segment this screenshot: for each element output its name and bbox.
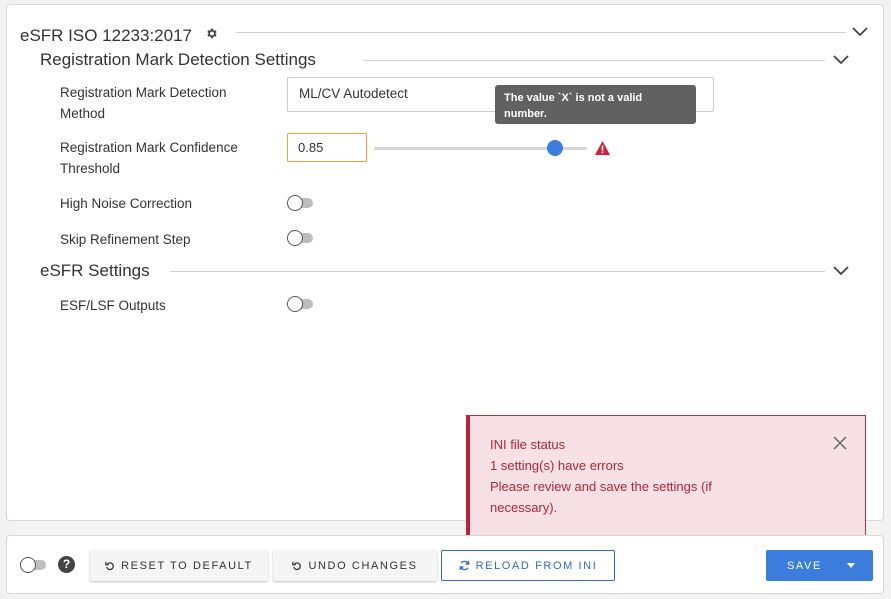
notification-line2: Please review and save the settings (if … (490, 479, 712, 515)
method-label-line1: Registration Mark Detection (60, 85, 227, 100)
footer-bar: ? RESET TO DEFAULT UNDO CHANGES RELOAD F… (6, 535, 884, 594)
ini-status-notification: INI file status 1 setting(s) have errors… (466, 415, 866, 536)
skip-refinement-toggle[interactable] (287, 230, 314, 246)
undo-changes-button[interactable]: UNDO CHANGES (273, 550, 437, 581)
help-icon[interactable]: ? (58, 556, 75, 573)
reset-label: RESET TO DEFAULT (121, 559, 253, 572)
threshold-label-line2: Threshold (60, 161, 121, 176)
reset-to-default-button[interactable]: RESET TO DEFAULT (90, 550, 268, 581)
chevron-down-icon[interactable] (833, 55, 849, 65)
warning-icon (595, 141, 610, 155)
undo-arrow-icon (105, 561, 114, 570)
undo-arrow-icon (292, 561, 302, 570)
footer-toggle[interactable] (20, 557, 47, 573)
esf-lsf-label: ESF/LSF Outputs (60, 298, 166, 313)
section-divider (170, 271, 825, 272)
chevron-down-icon[interactable] (833, 266, 849, 276)
caret-down-icon[interactable] (843, 550, 865, 581)
save-label: SAVE (787, 559, 822, 572)
panel-title: eSFR ISO 12233:2017 (20, 26, 193, 45)
threshold-input[interactable]: 0.85 (287, 133, 367, 162)
section-title-esfr: eSFR Settings (40, 261, 150, 280)
gear-icon[interactable] (204, 26, 218, 40)
close-icon[interactable] (833, 436, 847, 450)
method-label-line2: Method (60, 106, 106, 121)
reload-from-ini-button[interactable]: RELOAD FROM INI (441, 550, 615, 581)
header-divider (236, 32, 846, 33)
threshold-label: Registration Mark Confidence Threshold (60, 137, 238, 179)
high-noise-label: High Noise Correction (60, 196, 193, 211)
method-label: Registration Mark Detection Method (60, 82, 227, 124)
validation-tooltip: The value `X` is not a valid number. (495, 85, 696, 124)
save-button[interactable]: SAVE (766, 550, 873, 581)
notification-title: INI file status (490, 437, 566, 452)
threshold-slider-thumb[interactable] (547, 140, 564, 156)
undo-label: UNDO CHANGES (308, 559, 418, 572)
section-title-registration: Registration Mark Detection Settings (40, 50, 316, 69)
panel-header: eSFR ISO 12233:2017 (20, 26, 218, 46)
reload-label: RELOAD FROM INI (475, 559, 598, 572)
high-noise-toggle[interactable] (287, 195, 314, 211)
threshold-label-line1: Registration Mark Confidence (60, 140, 238, 155)
refresh-icon (459, 560, 469, 571)
chevron-down-icon[interactable] (852, 27, 868, 37)
skip-refinement-label: Skip Refinement Step (60, 232, 191, 247)
notification-line1: 1 setting(s) have errors (490, 458, 624, 473)
section-divider (363, 60, 825, 61)
esf-lsf-toggle[interactable] (287, 296, 314, 312)
